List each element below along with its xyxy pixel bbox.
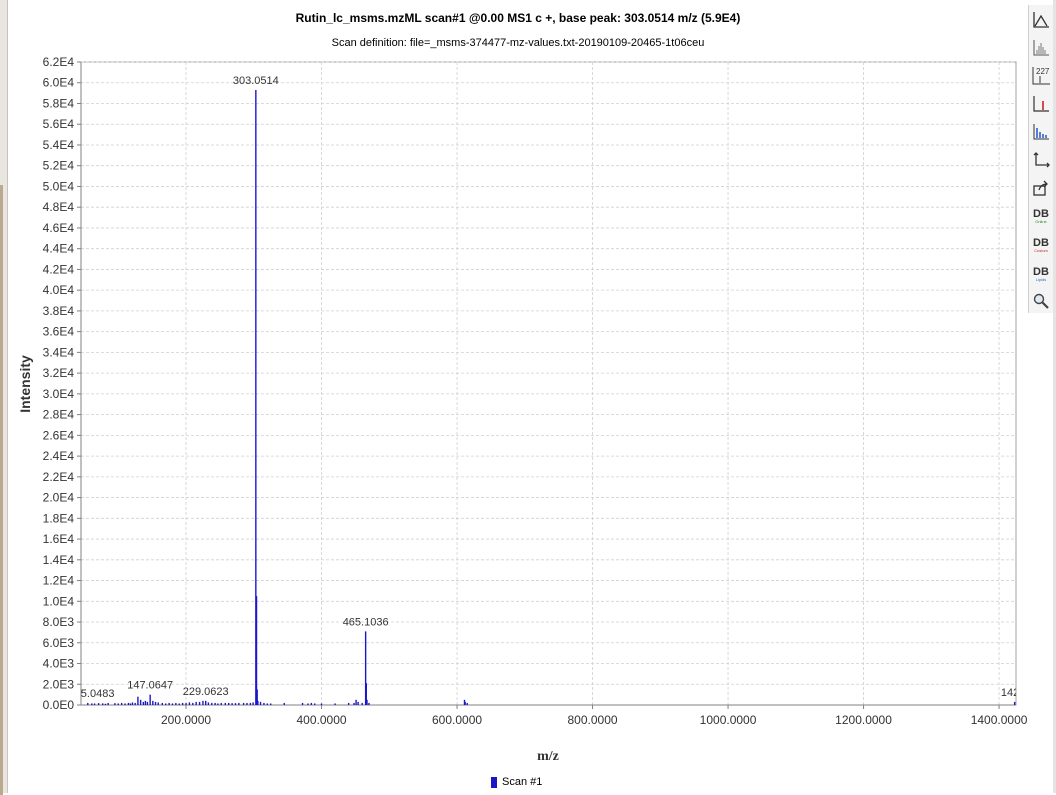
y-tick-label: 1.6E4 (43, 532, 75, 546)
y-tick-label: 6.0E3 (43, 636, 75, 650)
y-tick-label: 4.2E4 (43, 262, 75, 276)
y-tick-label: 3.0E4 (43, 387, 75, 401)
magnifier-icon[interactable] (1029, 288, 1053, 314)
y-tick-label: 4.0E4 (43, 283, 75, 297)
y-tick-label: 4.0E3 (43, 657, 75, 671)
y-tick-label: 5.8E4 (43, 96, 75, 110)
toggle-annotations-icon[interactable]: 227 (1029, 63, 1053, 89)
y-tick-label: 2.2E4 (43, 470, 75, 484)
peak-label: 229.0623 (183, 686, 229, 698)
y-tick-label: 2.0E3 (43, 677, 75, 691)
y-tick-label: 4.6E4 (43, 221, 75, 235)
db-custom-label: DB (1033, 236, 1049, 249)
x-tick-label: 1000.0000 (700, 713, 757, 727)
peak-label: 465.1036 (343, 616, 389, 628)
db-lipids-label: DB (1033, 265, 1049, 278)
toggle-continuous-icon[interactable] (1029, 7, 1053, 33)
y-tick-label: 4.4E4 (43, 242, 75, 256)
y-tick-label: 2.6E4 (43, 428, 75, 442)
spectrum-centroid-icon[interactable] (1029, 119, 1053, 145)
toggle-annotations-label: 227 (1036, 67, 1050, 76)
db-custom-icon[interactable]: DB Custom (1029, 232, 1053, 258)
y-axis-label: Intensity (17, 355, 33, 413)
peak-label: 147.0647 (127, 680, 173, 692)
y-tick-label: 2.0E4 (43, 491, 75, 505)
x-tick-label: 200.0000 (161, 713, 211, 727)
peak-label: 1423. (1001, 687, 1028, 699)
show-peak-list-icon[interactable] (1029, 35, 1053, 61)
db-online-sub: Online (1035, 218, 1047, 224)
y-tick-label: 5.2E4 (43, 159, 75, 173)
spectrum-plot[interactable]: 0.0E0 2.0E3 4.0E3 6.0E3 8.0E3 1.0E4 1.2E4 1.4E4… (0, 0, 1028, 793)
y-tick-label: 2.4E4 (43, 449, 75, 463)
y-tick-label: 1.0E4 (43, 594, 75, 608)
x-tick-label: 800.0000 (568, 713, 618, 727)
y-tick-label: 2.8E4 (43, 408, 75, 422)
db-online-label: DB (1033, 207, 1049, 220)
legend: Scan #1 (491, 776, 542, 788)
db-online-icon[interactable]: DB Online (1029, 203, 1053, 229)
y-tick-label: 1.2E4 (43, 574, 75, 588)
plot-area (80, 61, 1017, 706)
set-axes-icon[interactable] (1029, 147, 1053, 173)
x-tick-label: 1400.0000 (971, 713, 1028, 727)
y-tick-label: 1.4E4 (43, 553, 75, 567)
y-tick-label: 5.6E4 (43, 117, 75, 131)
y-tick-label: 4.8E4 (43, 200, 75, 214)
y-tick-label: 8.0E3 (43, 615, 75, 629)
db-custom-sub: Custom (1034, 247, 1048, 253)
peak-label: 303.0514 (233, 75, 279, 87)
db-lipids-icon[interactable]: DB Lipids (1029, 261, 1053, 287)
y-tick-label: 0.0E0 (43, 698, 75, 712)
y-tick-label: 3.8E4 (43, 304, 75, 318)
export-icon[interactable] (1029, 175, 1053, 201)
y-tick-label: 6.0E4 (43, 76, 75, 90)
x-tick-label: 1200.0000 (835, 713, 892, 727)
x-tick-label: 400.0000 (296, 713, 346, 727)
toggle-isotope-icon[interactable] (1029, 91, 1053, 117)
y-tick-label: 3.4E4 (43, 345, 75, 359)
legend-label: Scan #1 (502, 776, 543, 788)
spectrum-toolbar: 227 DB Online DB Custom DB Lipids (1028, 5, 1053, 313)
y-tick-label: 5.0E4 (43, 179, 75, 193)
x-axis-label: m/z (537, 749, 559, 764)
y-tick-label: 6.2E4 (43, 55, 75, 69)
legend-swatch (491, 776, 497, 788)
x-tick-label: 600.0000 (432, 713, 482, 727)
y-tick-label: 3.6E4 (43, 325, 75, 339)
y-tick-label: 5.4E4 (43, 138, 75, 152)
y-tick-label: 3.2E4 (43, 366, 75, 380)
y-tick-label: 1.8E4 (43, 511, 75, 525)
